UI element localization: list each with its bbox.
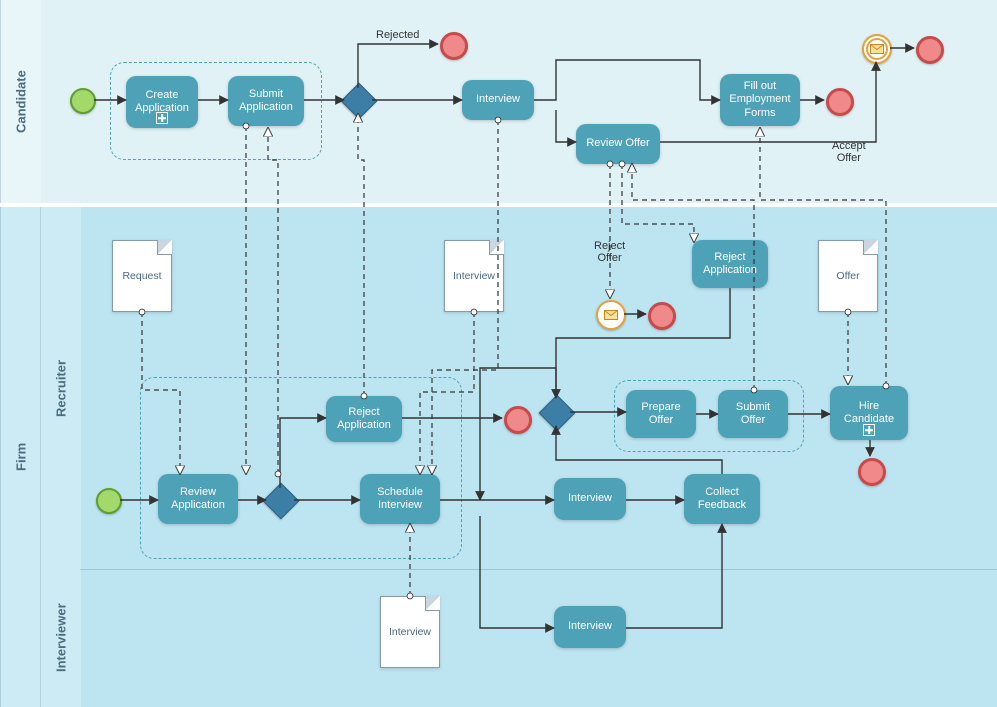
label-reject-offer: RejectOffer	[594, 240, 625, 264]
task-reject-application-2: RejectApplication	[692, 240, 768, 288]
doc-label: Interview	[453, 270, 495, 282]
doc-label: Request	[122, 270, 161, 282]
task-schedule-interview: ScheduleInterview	[360, 474, 440, 524]
end-event-reject-1	[504, 406, 532, 434]
doc-label: Interview	[389, 626, 431, 638]
subprocess-marker-icon	[863, 424, 875, 436]
lane-label-recruiter: Recruiter	[40, 207, 81, 569]
task-prepare-offer: PrepareOffer	[626, 390, 696, 438]
task-interview-recruiter: Interview	[554, 478, 626, 520]
task-label: Interview	[568, 492, 612, 505]
task-label: Interview	[568, 620, 612, 633]
task-interview-candidate: Interview	[462, 80, 534, 120]
task-submit-application: SubmitApplication	[228, 76, 304, 126]
end-event-candidate-final	[916, 36, 944, 64]
task-reject-application-1: RejectApplication	[326, 396, 402, 442]
end-event-reject-offer	[648, 302, 676, 330]
data-object-request: Request	[112, 240, 172, 312]
task-label: PrepareOffer	[641, 401, 680, 427]
task-hire-candidate: HireCandidate	[830, 386, 908, 440]
task-label: Fill outEmploymentForms	[729, 80, 790, 120]
intermediate-message-accept	[862, 34, 892, 64]
task-label: RejectApplication	[703, 251, 757, 277]
doc-label: Offer	[836, 270, 859, 282]
task-label: ReviewApplication	[171, 486, 225, 512]
task-label: RejectApplication	[337, 406, 391, 432]
task-label: SubmitApplication	[239, 88, 293, 114]
data-object-offer: Offer	[818, 240, 878, 312]
label-accept-offer: AcceptOffer	[832, 140, 866, 164]
subprocess-review	[140, 377, 462, 559]
lane-label-candidate: Candidate	[0, 0, 41, 203]
end-event-rejected	[440, 32, 468, 60]
lane-label-firm: Firm	[0, 207, 41, 707]
message-icon	[870, 44, 884, 54]
subprocess-marker-icon	[156, 112, 168, 124]
lane-label-interviewer: Interviewer	[40, 569, 81, 707]
task-submit-offer: SubmitOffer	[718, 390, 788, 438]
end-event-hire	[858, 458, 886, 486]
task-create-application: CreateApplication	[126, 76, 198, 128]
task-label: SubmitOffer	[736, 401, 770, 427]
task-label: Interview	[476, 93, 520, 106]
task-fill-forms: Fill outEmploymentForms	[720, 74, 800, 126]
data-object-interview-1: Interview	[444, 240, 504, 312]
start-event-candidate	[70, 88, 96, 114]
task-label: Review Offer	[586, 137, 649, 150]
end-event-forms	[826, 88, 854, 116]
task-label: CollectFeedback	[698, 486, 746, 512]
intermediate-message-reject-offer	[596, 300, 626, 330]
task-label: HireCandidate	[844, 400, 894, 426]
task-collect-feedback: CollectFeedback	[684, 474, 760, 524]
start-event-recruiter	[96, 488, 122, 514]
label-rejected: Rejected	[376, 29, 419, 41]
task-review-application: ReviewApplication	[158, 474, 238, 524]
task-interview-interviewer: Interview	[554, 606, 626, 648]
data-object-interview-2: Interview	[380, 596, 440, 668]
message-icon	[604, 310, 618, 320]
task-label: ScheduleInterview	[377, 486, 423, 512]
task-review-offer: Review Offer	[576, 124, 660, 164]
